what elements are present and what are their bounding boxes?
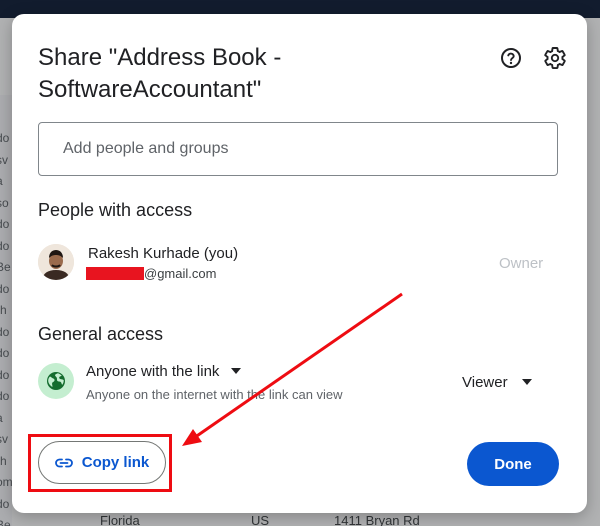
people-with-access-heading: People with access	[38, 200, 193, 220]
general-access-dropdown[interactable]: Anyone with the link	[86, 360, 242, 382]
settings-gear-icon[interactable]	[543, 46, 567, 70]
email-redaction-mark	[86, 267, 144, 280]
done-button[interactable]: Done	[467, 442, 559, 486]
dialog-title: Share "Address Book - SoftwareAccountant…	[38, 44, 282, 103]
user-avatar	[38, 244, 74, 280]
link-role-dropdown[interactable]: Viewer	[462, 371, 532, 393]
chevron-down-icon	[521, 379, 532, 385]
globe-icon	[38, 363, 74, 399]
general-access-heading: General access	[38, 324, 164, 344]
user-name: Rakesh Kurhade (you)	[88, 245, 239, 262]
general-access-description: Anyone on the internet with the link can…	[86, 387, 343, 402]
help-icon[interactable]	[499, 46, 523, 70]
chevron-down-icon	[231, 368, 242, 374]
link-role-value: Viewer	[462, 373, 508, 391]
annotation-highlight-box	[28, 434, 172, 492]
user-email-domain: @gmail.com	[144, 266, 217, 281]
general-access-setting: Anyone with the link	[86, 362, 220, 380]
add-people-input[interactable]	[38, 122, 558, 176]
owner-role-label: Owner	[499, 255, 544, 272]
